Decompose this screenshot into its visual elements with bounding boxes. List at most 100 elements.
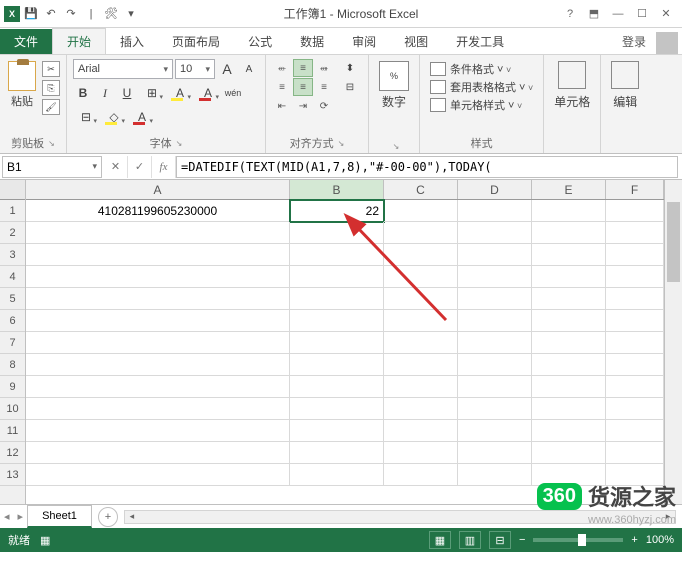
cell-D3[interactable] [458, 244, 532, 266]
row-header[interactable]: 1 [0, 200, 25, 222]
close-icon[interactable]: ✕ [654, 4, 678, 24]
user-avatar-icon[interactable] [656, 32, 678, 54]
cell-C13[interactable] [384, 464, 458, 486]
zoom-level[interactable]: 100% [646, 534, 674, 546]
row-header[interactable]: 4 [0, 266, 25, 288]
tab-formulas[interactable]: 公式 [234, 29, 286, 54]
row-header[interactable]: 13 [0, 464, 25, 486]
select-all-corner[interactable] [0, 180, 25, 200]
cell-A8[interactable] [26, 354, 290, 376]
cell-B3[interactable] [290, 244, 384, 266]
tab-home[interactable]: 开始 [52, 28, 106, 54]
column-header[interactable]: D [458, 180, 532, 199]
font-size-select[interactable]: 10 [175, 59, 215, 79]
grow-font-icon[interactable]: A [217, 59, 237, 79]
save-icon[interactable]: 💾 [22, 5, 40, 23]
cell-E3[interactable] [532, 244, 606, 266]
vertical-scrollbar[interactable] [664, 180, 682, 504]
cell-D7[interactable] [458, 332, 532, 354]
help-icon[interactable]: ? [558, 4, 582, 24]
cell-C11[interactable] [384, 420, 458, 442]
edit-button[interactable]: 编辑 [613, 93, 637, 110]
cell-D6[interactable] [458, 310, 532, 332]
align-middle-icon[interactable]: ≡ [293, 59, 313, 77]
font-name-select[interactable]: Arial [73, 59, 173, 79]
cell-C3[interactable] [384, 244, 458, 266]
phonetic-button[interactable]: wén [223, 83, 243, 103]
cells[interactable]: 41028119960523000022 [26, 200, 664, 486]
shrink-font-icon[interactable]: A [239, 59, 259, 79]
cell-F4[interactable] [606, 266, 664, 288]
align-center-icon[interactable]: ≡ [293, 78, 313, 96]
cell-C9[interactable] [384, 376, 458, 398]
copy-icon[interactable]: ⎘ [42, 80, 60, 96]
cell-F10[interactable] [606, 398, 664, 420]
fill-color-button[interactable]: A [167, 83, 193, 103]
cell-D1[interactable] [458, 200, 532, 222]
sheet-tab[interactable]: Sheet1 [27, 505, 92, 528]
login-link[interactable]: 登录 [612, 29, 656, 54]
row-header[interactable]: 10 [0, 398, 25, 420]
zoom-out-icon[interactable]: − [519, 534, 525, 546]
border-button[interactable]: ⊞ [139, 83, 165, 103]
row-header[interactable]: 2 [0, 222, 25, 244]
cell-F3[interactable] [606, 244, 664, 266]
cell-E10[interactable] [532, 398, 606, 420]
align-top-icon[interactable]: ⬴ [272, 59, 292, 77]
sheet-nav-prev-icon[interactable]: ◂ [4, 510, 10, 523]
zoom-slider[interactable] [533, 538, 623, 542]
cell-C5[interactable] [384, 288, 458, 310]
cell-C10[interactable] [384, 398, 458, 420]
cell-C1[interactable] [384, 200, 458, 222]
column-header[interactable]: B [290, 180, 384, 199]
cell-E9[interactable] [532, 376, 606, 398]
italic-button[interactable]: I [95, 83, 115, 103]
align-bottom-icon[interactable]: ⬵ [314, 59, 334, 77]
cell-C8[interactable] [384, 354, 458, 376]
row-header[interactable]: 7 [0, 332, 25, 354]
paste-button[interactable]: 粘贴 [6, 59, 38, 117]
undo-icon[interactable]: ↶ [42, 5, 60, 23]
cell-B1[interactable]: 22 [290, 200, 384, 222]
cell-D8[interactable] [458, 354, 532, 376]
tab-review[interactable]: 审阅 [338, 29, 390, 54]
cell-B13[interactable] [290, 464, 384, 486]
clipboard-dialog-icon[interactable]: ↘ [48, 139, 55, 148]
fill-color-button-2[interactable]: ◇ [101, 107, 127, 127]
cell-C12[interactable] [384, 442, 458, 464]
formula-cancel-icon[interactable]: ✕ [104, 156, 128, 178]
font-color-button-2[interactable]: A [129, 107, 155, 127]
tab-insert[interactable]: 插入 [106, 29, 158, 54]
sheet-nav-next-icon[interactable]: ▸ [18, 510, 24, 523]
column-header[interactable]: F [606, 180, 664, 199]
insert-function-icon[interactable]: fx [152, 156, 176, 178]
cell-F5[interactable] [606, 288, 664, 310]
edit-icon[interactable] [611, 61, 639, 89]
cell-A7[interactable] [26, 332, 290, 354]
underline-button[interactable]: U [117, 83, 137, 103]
cell-A6[interactable] [26, 310, 290, 332]
conditional-format-button[interactable]: 条件格式 ˅ [430, 61, 533, 77]
number-format-icon[interactable]: % [379, 61, 409, 91]
redo-icon[interactable]: ↷ [62, 5, 80, 23]
merge-cells-icon[interactable]: ⊟ [338, 78, 362, 96]
decrease-indent-icon[interactable]: ⇤ [272, 97, 292, 115]
cell-A11[interactable] [26, 420, 290, 442]
cell-A5[interactable] [26, 288, 290, 310]
cells-icon[interactable] [558, 61, 586, 89]
normal-view-icon[interactable]: ▦ [429, 531, 451, 549]
cell-B10[interactable] [290, 398, 384, 420]
add-sheet-icon[interactable]: + [98, 507, 118, 527]
format-painter-icon[interactable]: 🖌 [42, 99, 60, 115]
cell-F8[interactable] [606, 354, 664, 376]
orientation-icon[interactable]: ⟳ [314, 97, 334, 115]
format-as-table-button[interactable]: 套用表格格式 ˅ [430, 79, 533, 95]
cell-F12[interactable] [606, 442, 664, 464]
excel-icon[interactable]: X [4, 6, 20, 22]
cell-E8[interactable] [532, 354, 606, 376]
formula-enter-icon[interactable]: ✓ [128, 156, 152, 178]
cell-E1[interactable] [532, 200, 606, 222]
cell-B5[interactable] [290, 288, 384, 310]
cell-B8[interactable] [290, 354, 384, 376]
tab-data[interactable]: 数据 [286, 29, 338, 54]
